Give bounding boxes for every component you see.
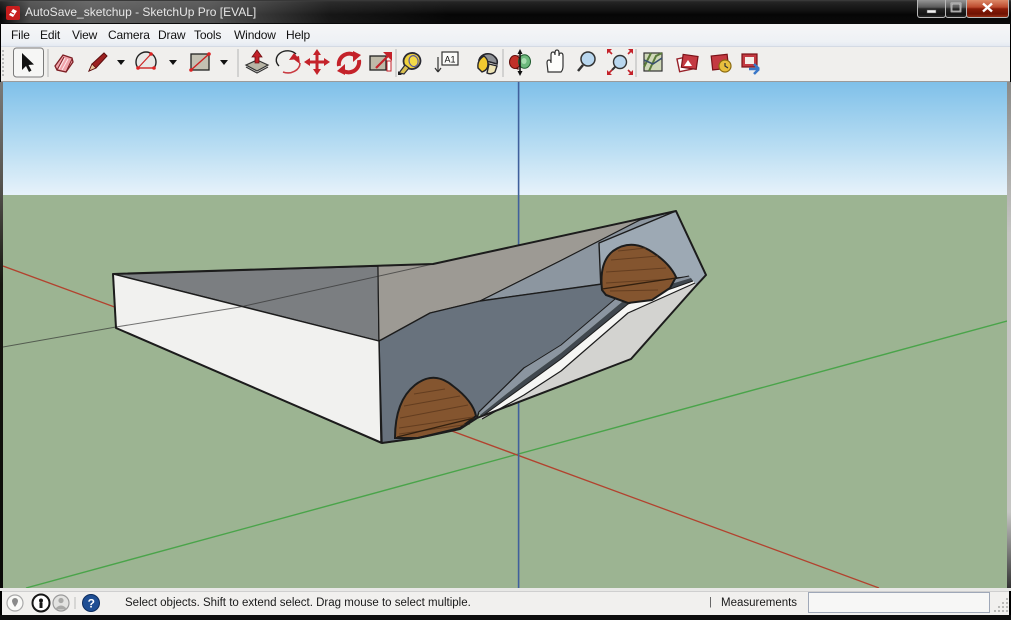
svg-text:A1: A1 [445, 55, 456, 65]
svg-text:?: ? [88, 596, 95, 610]
